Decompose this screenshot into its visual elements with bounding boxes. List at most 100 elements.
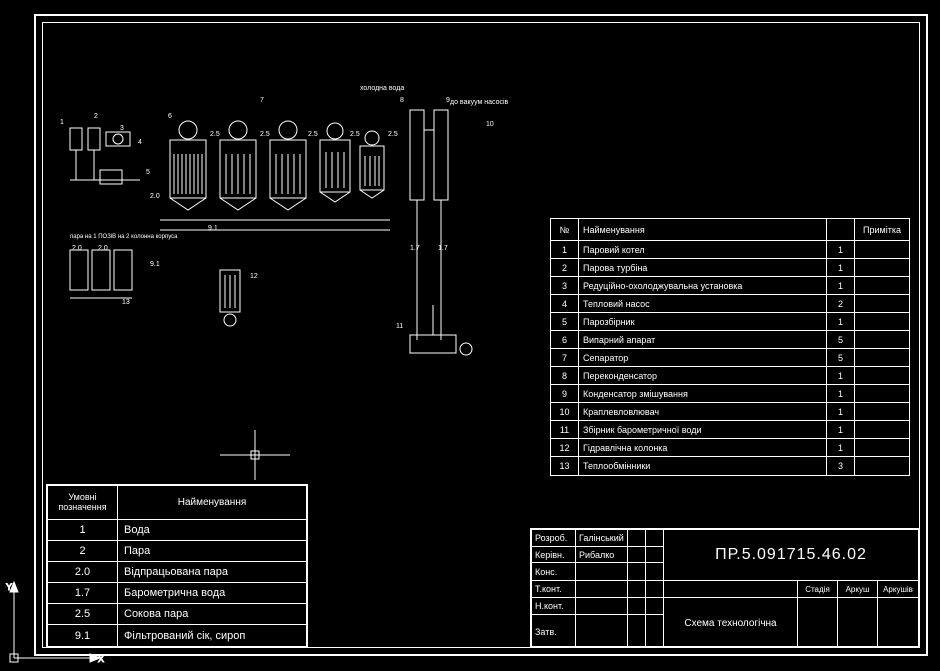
svg-text:4: 4 — [138, 139, 142, 146]
col-arkushiv: Аркушів — [878, 581, 918, 597]
cell-name: Конденсатор змішування — [579, 385, 827, 402]
label-para-left: пара на 1 ПОЗіВ на 2 колонна корпуса — [70, 234, 178, 240]
cell-name: Переконденсатор — [579, 367, 827, 384]
cell-name: Випарний апарат — [579, 331, 827, 348]
svg-text:5: 5 — [146, 169, 150, 176]
table-row: 1Вода — [48, 520, 306, 541]
table-row: 13Теплообмінники3 — [551, 457, 909, 475]
col-num: № — [551, 219, 579, 240]
cell-name: Парозбірник — [579, 313, 827, 330]
col-arkush: Аркуш — [838, 581, 878, 597]
cell-name: Сокова пара — [118, 604, 306, 624]
table-row: 8Переконденсатор1 — [551, 367, 909, 385]
svg-text:11: 11 — [396, 323, 403, 330]
svg-text:2.0: 2.0 — [150, 193, 160, 200]
cell-num: 3 — [551, 277, 579, 294]
cell-qty: 1 — [827, 439, 855, 456]
process-schematic: холодна вода до вакуум насосів — [50, 80, 510, 380]
cell-num: 1 — [551, 241, 579, 258]
svg-text:2.5: 2.5 — [260, 131, 270, 138]
cell-num: 6 — [551, 331, 579, 348]
cell-note — [855, 259, 909, 276]
cell-name: Збірник барометричної води — [579, 421, 827, 438]
svg-text:2.0: 2.0 — [98, 245, 108, 252]
cell-qty: 5 — [827, 349, 855, 366]
table-row: 11Збірник барометричної води1 — [551, 421, 909, 439]
cell-sym: 2 — [48, 541, 118, 561]
cell-qty: 1 — [827, 403, 855, 420]
doc-number: ПР.5.091715.46.02 — [664, 530, 918, 580]
table-row: 1Паровий котел1 — [551, 241, 909, 259]
svg-text:6: 6 — [168, 113, 172, 120]
cell-qty: 5 — [827, 331, 855, 348]
stream-codes: 2.0 2.0 2.0 9.1 9.1 2.5 2.5 2.5 2.5 2.5 … — [72, 131, 448, 268]
table-row: 6Випарний апарат5 — [551, 331, 909, 349]
cell-qty: 1 — [827, 277, 855, 294]
cell-name: Вода — [118, 520, 306, 540]
cell-note — [855, 457, 909, 475]
table-row: 9Конденсатор змішування1 — [551, 385, 909, 403]
doc-subtitle: Схема технологічна — [664, 598, 798, 648]
cell-note — [855, 421, 909, 438]
cell-num: 4 — [551, 295, 579, 312]
cell-name: Редуційно-охолоджувальна установка — [579, 277, 827, 294]
cell-name: Тепловий насос — [579, 295, 827, 312]
svg-text:9.1: 9.1 — [150, 261, 160, 268]
col-name: Найменування — [579, 219, 827, 240]
svg-text:X: X — [98, 654, 104, 664]
cell-num: 13 — [551, 457, 579, 475]
table-row: 2Пара — [48, 541, 306, 562]
cell-name: Гідравлічна колонка — [579, 439, 827, 456]
cell-qty: 1 — [827, 385, 855, 402]
table-row: 2Парова турбіна1 — [551, 259, 909, 277]
cell-name: Теплообмінники — [579, 457, 827, 475]
tb-kerivn-name: Рибалко — [576, 547, 628, 563]
label-cold-water: холодна вода — [360, 85, 404, 92]
svg-text:2: 2 — [94, 113, 98, 120]
table-row: 5Парозбірник1 — [551, 313, 909, 331]
cell-sym: 1 — [48, 520, 118, 540]
cell-name: Барометрична вода — [118, 583, 306, 603]
cell-qty: 1 — [827, 367, 855, 384]
table-header: № Найменування Примітка — [551, 219, 909, 241]
svg-text:1: 1 — [60, 119, 64, 126]
title-block: Розроб. Галінський Керівн. Рибалко Конс.… — [530, 528, 920, 648]
cell-note — [855, 313, 909, 330]
tb-razrab-name: Галінський — [576, 530, 628, 546]
tb-nkont-label: Н.конт. — [532, 598, 576, 614]
svg-text:1.7: 1.7 — [438, 245, 448, 252]
boiler-turbine-group — [70, 128, 140, 184]
cell-note — [855, 385, 909, 402]
cell-qty: 1 — [827, 241, 855, 258]
svg-text:12: 12 — [250, 273, 258, 280]
cell-num: 11 — [551, 421, 579, 438]
table-row: 7Сепаратор5 — [551, 349, 909, 367]
tb-kerivn-label: Керівн. — [532, 547, 576, 563]
cell-qty: 3 — [827, 457, 855, 475]
table-header: Умовні позначення Найменування — [48, 486, 306, 520]
cell-note — [855, 277, 909, 294]
ucs-icon: Y X — [4, 578, 124, 668]
equipment-table: № Найменування Примітка 1Паровий котел12… — [550, 218, 910, 476]
svg-text:10: 10 — [486, 121, 494, 128]
label-to-vacuum: до вакуум насосів — [450, 98, 509, 106]
svg-text:3: 3 — [120, 125, 124, 132]
crosshair-cursor — [220, 430, 290, 480]
heat-exchangers — [70, 250, 132, 298]
svg-text:2.5: 2.5 — [388, 131, 398, 138]
cell-note — [855, 367, 909, 384]
svg-text:8: 8 — [400, 97, 404, 104]
cell-name: Фільтрований сік, сироп — [118, 625, 306, 646]
svg-text:2.5: 2.5 — [308, 131, 318, 138]
cell-qty: 1 — [827, 421, 855, 438]
cell-name: Краплевловлювач — [579, 403, 827, 420]
svg-text:1.7: 1.7 — [410, 245, 420, 252]
tb-razrab-label: Розроб. — [532, 530, 576, 546]
cell-num: 2 — [551, 259, 579, 276]
svg-text:2.5: 2.5 — [350, 131, 360, 138]
svg-text:9.1: 9.1 — [208, 225, 218, 232]
cell-note — [855, 403, 909, 420]
cell-note — [855, 241, 909, 258]
cell-num: 12 — [551, 439, 579, 456]
table-row: 10Краплевловлювач1 — [551, 403, 909, 421]
